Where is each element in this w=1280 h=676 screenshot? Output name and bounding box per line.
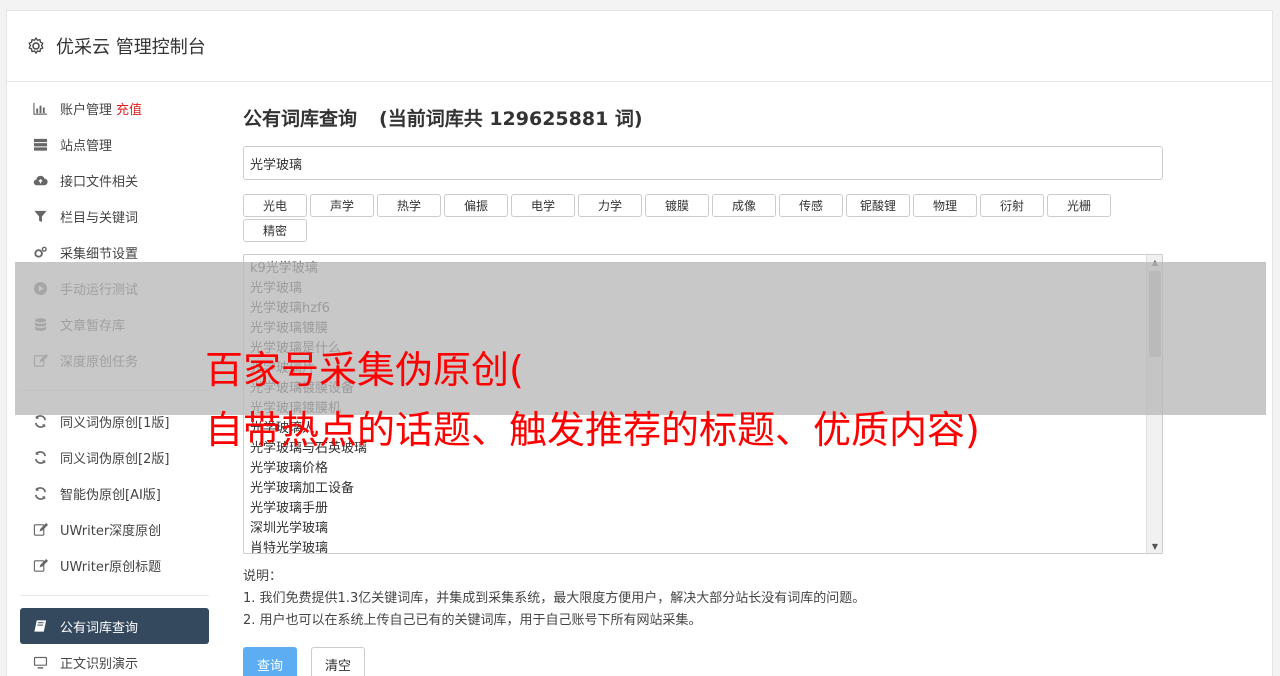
sidebar-divider (20, 595, 209, 596)
list-item[interactable]: 光学玻璃价格 (250, 459, 1156, 479)
word-count: (当前词库共 129625881 词) (379, 108, 643, 130)
edit-icon (32, 557, 48, 573)
tag-button[interactable]: 热学 (377, 194, 441, 217)
sidebar-item-label: 公有词库查询 (60, 620, 139, 636)
sidebar-item[interactable]: 接口文件相关 (20, 162, 209, 198)
note-line-2: 2. 用户也可以在系统上传自己已有的关键词库，用于自己账号下所有网站采集。 (243, 613, 702, 628)
list-item[interactable]: 光学玻璃加工设备 (250, 479, 1156, 499)
sidebar-item-label: UWriter原创标题 (60, 559, 162, 575)
app-title: 优采云 管理控制台 (56, 37, 206, 58)
sidebar-item-label: 栏目与关键词 (60, 210, 139, 226)
usage-note: 说明： 1. 我们免费提供1.3亿关键词库，并集成到采集系统，最大限度方便用户，… (243, 566, 1163, 632)
sidebar-item[interactable]: UWriter原创标题 (20, 547, 209, 583)
sidebar-item-label: 接口文件相关 (60, 174, 139, 190)
tag-button[interactable]: 物理 (913, 194, 977, 217)
cloud-upload-icon (32, 172, 48, 188)
sidebar-item[interactable]: 智能伪原创[AI版] (20, 475, 209, 511)
tag-button[interactable]: 传感 (779, 194, 843, 217)
sidebar-item[interactable]: 同义词伪原创[2版] (20, 439, 209, 475)
tag-list: 光电 声学 热学 偏振 电学 力学 镀膜 成像 传感 铌酸锂 物理 衍射 光栅精密 (243, 194, 1163, 244)
tag-button[interactable]: 镀膜 (645, 194, 709, 217)
server-icon (32, 136, 48, 152)
edit-icon (32, 521, 48, 537)
overlay-line-2: 自带热点的话题、触发推荐的标题、优质内容) (205, 408, 980, 452)
app-header: 优采云 管理控制台 (7, 11, 1272, 82)
sidebar-item-label: UWriter深度原创 (60, 523, 162, 539)
tag-button[interactable]: 电学 (511, 194, 575, 217)
recharge-link[interactable]: 充值 (116, 99, 142, 118)
refresh-icon (32, 449, 48, 465)
tag-button[interactable]: 铌酸锂 (846, 194, 910, 217)
scroll-down-arrow-icon[interactable]: ▼ (1147, 539, 1162, 553)
note-line-1: 1. 我们免费提供1.3亿关键词库，并集成到采集系统，最大限度方便用户，解决大部… (243, 591, 866, 606)
note-title: 说明： (243, 569, 283, 584)
tag-button[interactable]: 成像 (712, 194, 776, 217)
book-icon (32, 618, 48, 634)
sidebar-item[interactable]: 正文识别演示 (20, 644, 209, 676)
monitor-icon (32, 654, 48, 670)
sidebar-item-label: 站点管理 (60, 138, 113, 154)
refresh-icon (32, 485, 48, 501)
list-item[interactable]: 光学玻璃手册 (250, 499, 1156, 519)
refresh-icon (32, 413, 48, 429)
page-title-text: 公有词库查询 (243, 108, 358, 130)
sidebar-item[interactable]: UWriter深度原创 (20, 511, 209, 547)
tag-button[interactable]: 力学 (578, 194, 642, 217)
list-item[interactable]: 深圳光学玻璃 (250, 519, 1156, 539)
overlay-line-1: 百家号采集伪原创( (205, 348, 524, 392)
tag-button[interactable]: 光栅 (1047, 194, 1111, 217)
tag-button[interactable]: 声学 (310, 194, 374, 217)
gear-icon (26, 36, 46, 56)
gears-icon (32, 244, 48, 260)
sidebar-item[interactable]: 公有词库查询 (20, 608, 209, 644)
action-bar: 查询 清空 (243, 647, 1163, 676)
tag-button[interactable]: 精密 (243, 219, 307, 242)
query-button[interactable]: 查询 (243, 647, 297, 676)
clear-button[interactable]: 清空 (311, 647, 365, 676)
sidebar-item-label: 账户管理 (60, 102, 113, 118)
sidebar-item-label: 智能伪原创[AI版] (60, 487, 161, 503)
tag-button[interactable]: 偏振 (444, 194, 508, 217)
list-item[interactable]: 肖特光学玻璃 (250, 539, 1156, 553)
sidebar-item[interactable]: 栏目与关键词 (20, 198, 209, 234)
filter-icon (32, 208, 48, 224)
sidebar-item-label: 正文识别演示 (60, 656, 139, 672)
sidebar-item-label: 同义词伪原创[2版] (60, 451, 170, 467)
sidebar-item-label: 采集细节设置 (60, 246, 139, 262)
keyword-search-input[interactable] (243, 146, 1163, 180)
sidebar-item[interactable]: 账户管理 充值 (20, 90, 209, 126)
bar-chart-icon (32, 100, 48, 116)
overlay-caption: 百家号采集伪原创( 自带热点的话题、触发推荐的标题、优质内容) (205, 340, 980, 460)
sidebar-group-3: 公有词库查询 正文识别演示 (20, 608, 209, 676)
sidebar-group-2: 同义词伪原创[1版] 同义词伪原创[2版] 智能伪原创[AI版] UWriter深度原… (20, 403, 209, 583)
tag-button[interactable]: 光电 (243, 194, 307, 217)
page-title: 公有词库查询 (当前词库共 129625881 词) (243, 104, 1163, 131)
sidebar-item[interactable]: 站点管理 (20, 126, 209, 162)
tag-button[interactable]: 衍射 (980, 194, 1044, 217)
